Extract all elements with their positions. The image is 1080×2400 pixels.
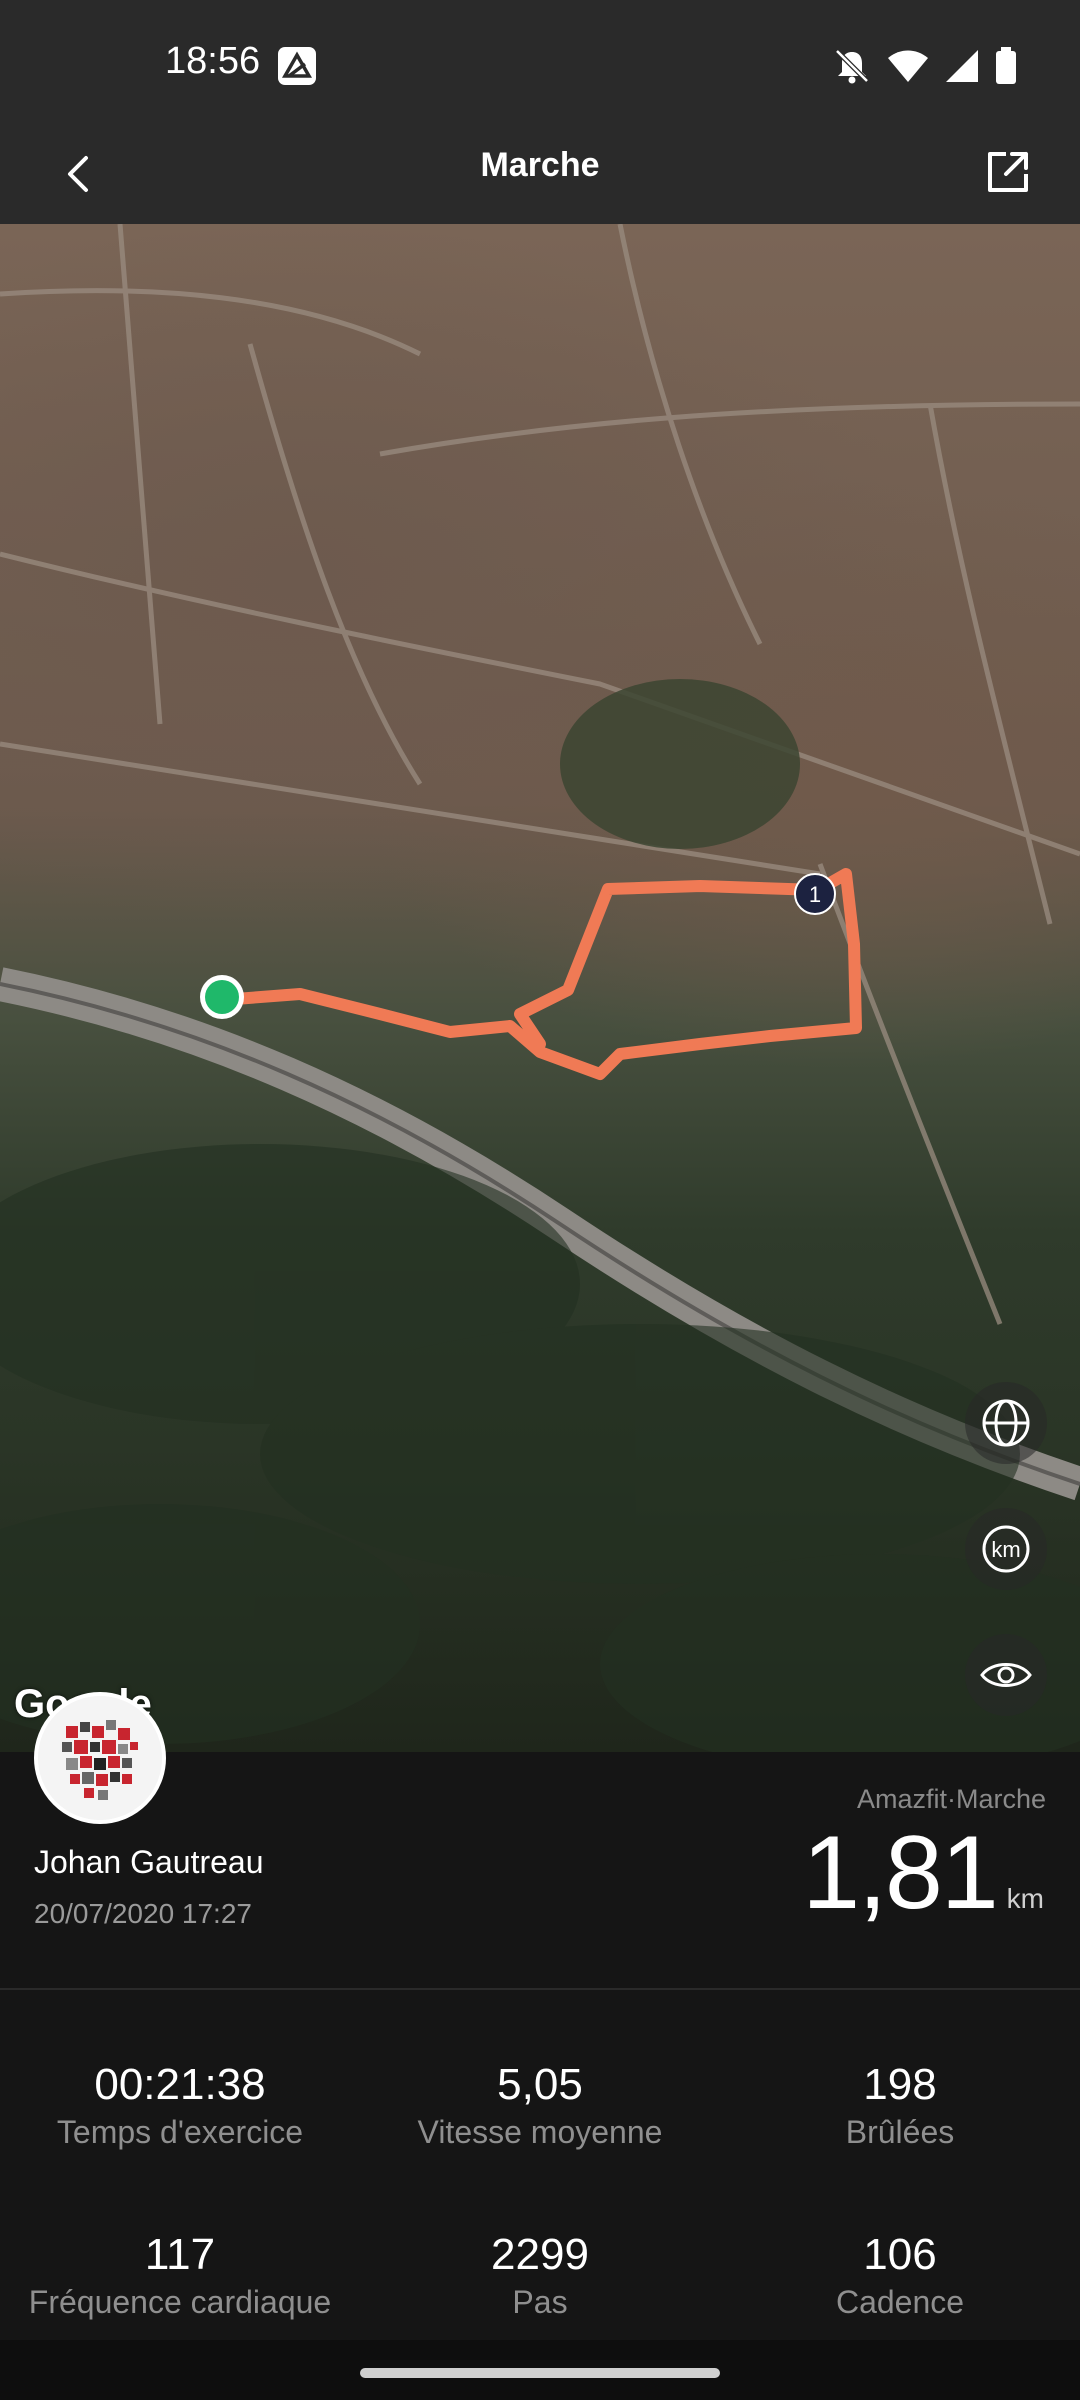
stat-value: 00:21:38 [94, 2060, 266, 2109]
stats-grid: 00:21:38 Temps d'exercice 5,05 Vitesse m… [0, 1990, 1080, 2340]
distance-value: 1,81 [802, 1815, 998, 1931]
start-marker [200, 975, 244, 1019]
stat-heart-rate: 117 Fréquence cardiaque [0, 2230, 360, 2321]
navigation-bar [0, 2340, 1080, 2400]
distance: 1,81 km [802, 1814, 1044, 1933]
stat-value: 106 [863, 2230, 937, 2279]
mute-icon [832, 46, 872, 91]
activity-datetime: 20/07/2020 17:27 [34, 1898, 252, 1929]
signal-icon [944, 46, 980, 91]
route-line [216, 868, 862, 1080]
user-name: Johan Gautreau [34, 1844, 264, 1880]
visibility-button[interactable] [965, 1634, 1047, 1716]
wifi-icon [886, 46, 930, 91]
map-canvas: 1 [0, 224, 1080, 1752]
share-button[interactable] [976, 140, 1040, 204]
stat-calories: 198 Brûlées [720, 2060, 1080, 2151]
status-bar: 18:56 [0, 0, 1080, 132]
stat-value: 198 [863, 2060, 937, 2109]
eye-icon [980, 1663, 1032, 1687]
stat-cadence: 106 Cadence [720, 2230, 1080, 2321]
distance-unit: km [1006, 1883, 1044, 1914]
globe-button[interactable] [965, 1382, 1047, 1464]
page-title: Marche [480, 146, 600, 184]
stat-value: 2299 [491, 2230, 589, 2279]
km-icon-label: km [991, 1537, 1020, 1562]
stat-average-speed: 5,05 Vitesse moyenne [360, 2060, 720, 2151]
globe-icon [982, 1399, 1030, 1447]
battery-icon [994, 46, 1018, 91]
avatar[interactable] [34, 1692, 166, 1824]
activity-source: Amazfit·Marche [856, 1784, 1046, 1814]
stat-value: 117 [144, 2230, 216, 2279]
avatar-image [38, 1696, 162, 1820]
km-button[interactable]: km [965, 1508, 1047, 1590]
activity-summary: Amazfit·Marche Johan Gautreau 20/07/2020… [0, 1752, 1080, 1988]
lap-marker: 1 [794, 873, 836, 915]
stat-label: Cadence [835, 2284, 965, 2320]
stat-label: Fréquence cardiaque [28, 2284, 332, 2320]
stat-label: Temps d'exercice [56, 2114, 304, 2150]
route-map[interactable]: 1 km Google [0, 224, 1080, 1752]
stat-label: Brûlées [845, 2114, 955, 2150]
status-time: 18:56 [165, 40, 261, 82]
app-header: Marche [0, 132, 1080, 224]
km-icon: km [982, 1525, 1030, 1573]
lap-marker-label: 1 [809, 882, 821, 907]
stat-steps: 2299 Pas [360, 2230, 720, 2321]
home-indicator[interactable] [360, 2368, 720, 2378]
share-icon [988, 152, 1028, 192]
stat-exercise-time: 00:21:38 Temps d'exercice [0, 2060, 360, 2151]
stat-value: 5,05 [497, 2060, 583, 2109]
app-notification-icon [277, 46, 317, 86]
stat-label: Vitesse moyenne [417, 2114, 663, 2150]
stat-label: Pas [512, 2284, 568, 2320]
